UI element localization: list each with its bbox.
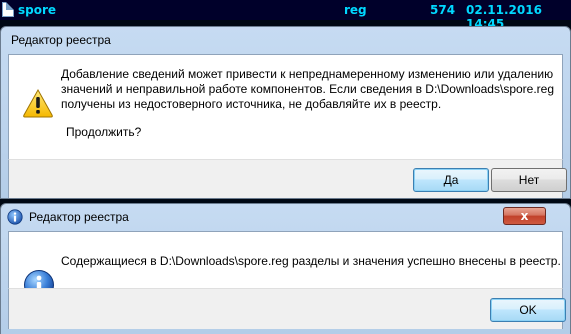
file-manager-status-bar: spore reg 574 02.11.2016 14:45: [0, 0, 571, 31]
confirm-message-line: получены из недостоверного источника, не…: [61, 97, 442, 111]
dialog-titlebar[interactable]: Редактор реестра: [1, 27, 570, 54]
file-size: 574: [430, 3, 456, 17]
close-button[interactable]: x: [503, 207, 546, 225]
info-message: Содержащиеся в D:\Downloads\spore.reg ра…: [61, 254, 561, 268]
confirm-question: Продолжить?: [66, 125, 142, 139]
registry-confirm-dialog: Редактор реестра Добавление сведений мож…: [0, 26, 571, 199]
warning-icon: [23, 88, 53, 118]
no-button[interactable]: Нет: [491, 168, 567, 192]
confirm-message-line: значений и неправильной работе компонент…: [61, 82, 555, 96]
yes-button[interactable]: Да: [413, 168, 489, 192]
dialog-button-bar: Да Нет: [8, 159, 567, 198]
confirm-message-line: Добавление сведений может привести к неп…: [61, 67, 554, 81]
dialog-title: Редактор реестра: [11, 33, 111, 47]
file-extension: reg: [344, 3, 367, 17]
file-icon: [2, 2, 14, 17]
dialog-body: Содержащиеся в D:\Downloads\spore.reg ра…: [8, 231, 563, 300]
registry-info-dialog: Редактор реестра x Содержащиеся в D:\Dow…: [0, 203, 571, 334]
dialog-button-bar: OK: [8, 288, 566, 329]
dialog-body: Добавление сведений может привести к неп…: [8, 54, 563, 160]
ok-button[interactable]: OK: [490, 298, 566, 322]
dialog-title: Редактор реестра: [29, 210, 129, 224]
info-small-icon: [7, 209, 23, 225]
close-icon: x: [520, 209, 529, 223]
file-name: spore: [18, 3, 57, 17]
confirm-message: Добавление сведений может привести к неп…: [61, 67, 554, 112]
dialog-titlebar[interactable]: Редактор реестра x: [1, 204, 570, 231]
